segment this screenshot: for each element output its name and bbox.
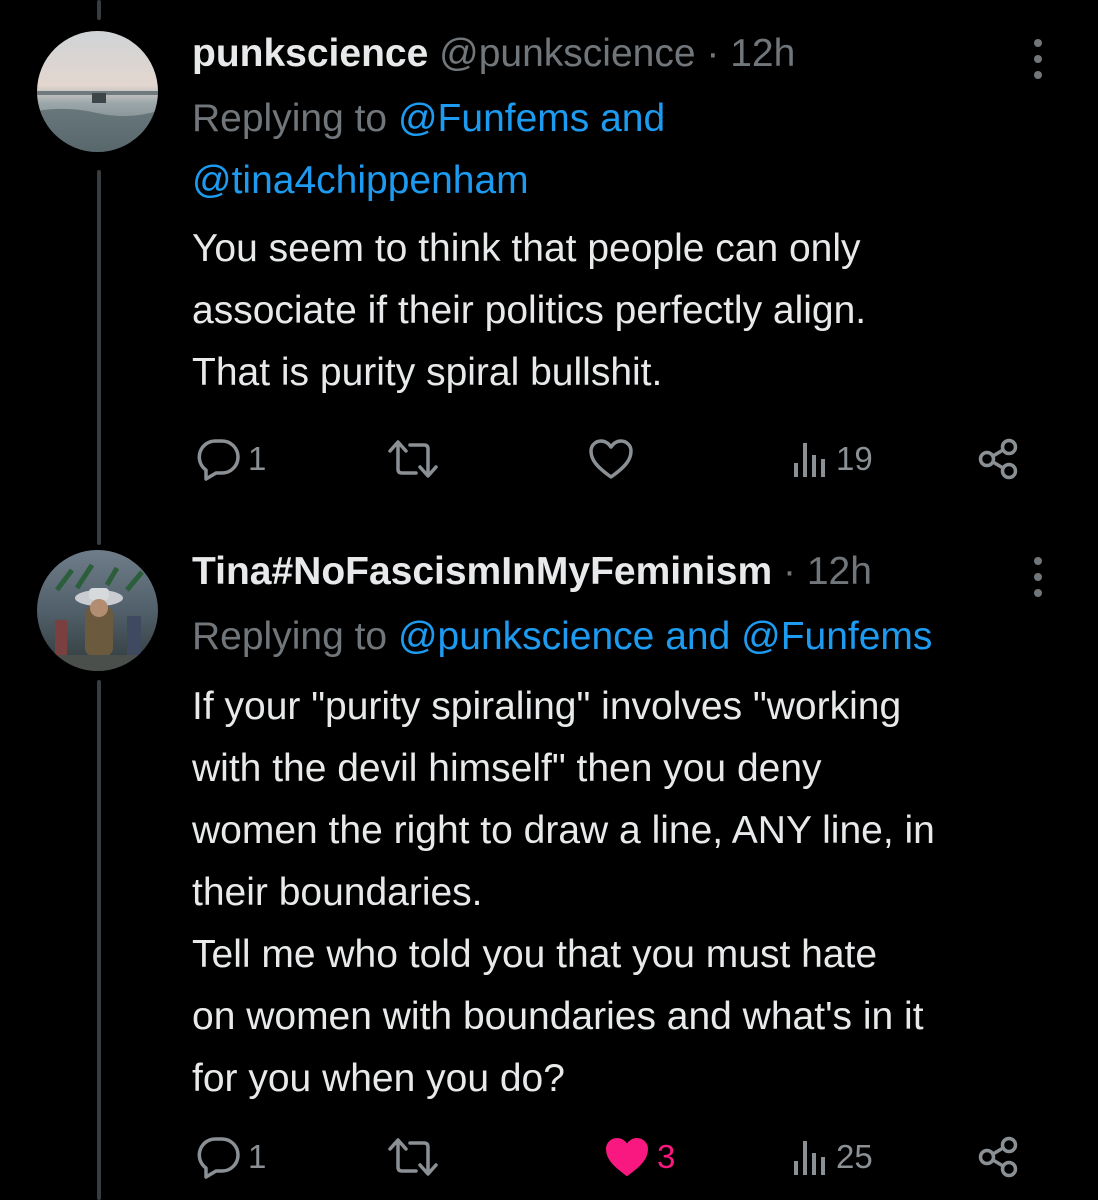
tweet-actions: 1 3 25 — [0, 1132, 1098, 1182]
more-options-icon[interactable] — [1028, 553, 1048, 601]
tweet-punkscience[interactable]: punkscience @punkscience · 12h Replying … — [0, 0, 1098, 520]
retweet-button[interactable] — [386, 1132, 446, 1182]
separator-dot: · — [706, 32, 720, 75]
reply-count: 1 — [248, 440, 267, 477]
reply-icon — [197, 439, 240, 481]
display-name[interactable]: Tina#NoFascismInMyFeminism — [192, 550, 772, 593]
tweet-header: Tina#NoFascismInMyFeminism · 12h — [192, 548, 1008, 596]
avatar-image — [37, 550, 158, 671]
more-options-icon[interactable] — [1028, 35, 1048, 83]
replying-prefix: Replying to — [192, 97, 388, 140]
retweet-icon — [388, 1138, 438, 1176]
display-name[interactable]: punkscience — [192, 32, 428, 75]
heart-filled-icon — [606, 1138, 648, 1176]
tweet-text: If your "purity spiraling" involves "wor… — [192, 685, 935, 1100]
views-button[interactable]: 25 — [790, 1132, 873, 1182]
reply-button[interactable]: 1 — [196, 434, 266, 484]
views-icon — [794, 1141, 825, 1175]
avatar-image — [37, 31, 158, 152]
replying-to: Replying to @Funfems and — [192, 88, 1058, 150]
tweet-actions: 1 19 — [0, 434, 1098, 484]
timestamp[interactable]: 12h — [807, 550, 872, 593]
avatar[interactable] — [37, 31, 158, 152]
share-icon — [978, 1136, 1018, 1178]
retweet-icon — [388, 440, 438, 478]
replying-prefix: Replying to — [192, 615, 388, 658]
user-handle[interactable]: @punkscience — [439, 32, 695, 75]
share-icon — [978, 438, 1018, 480]
reply-icon — [197, 1137, 240, 1179]
tweet-text: You seem to think that people can only a… — [192, 227, 867, 394]
replying-to: Replying to @punkscience and @Funfems — [192, 606, 1058, 668]
views-button[interactable]: 19 — [790, 434, 873, 484]
tweet-header: punkscience @punkscience · 12h — [192, 30, 1008, 78]
tweet-tina[interactable]: Tina#NoFascismInMyFeminism · 12h Replyin… — [0, 520, 1098, 1200]
heart-icon — [589, 439, 633, 479]
separator-dot: · — [782, 550, 796, 593]
timestamp[interactable]: 12h — [730, 32, 795, 75]
reply-count: 1 — [248, 1138, 267, 1175]
reply-mention-tina4chippenham[interactable]: @tina4chippenham — [192, 159, 529, 202]
view-count: 25 — [836, 1138, 873, 1175]
view-count: 19 — [836, 440, 873, 477]
views-icon — [794, 443, 825, 477]
reply-button[interactable]: 1 — [196, 1132, 266, 1182]
retweet-button[interactable] — [386, 434, 446, 484]
replying-to-continued: @tina4chippenham — [192, 150, 1058, 212]
like-button[interactable]: 3 — [603, 1132, 675, 1182]
reply-mention-funfems[interactable]: @Funfems and — [398, 97, 665, 140]
like-button[interactable] — [587, 434, 641, 484]
share-button[interactable] — [975, 1132, 1023, 1182]
reply-mentions[interactable]: @punkscience and @Funfems — [398, 615, 932, 658]
avatar[interactable] — [37, 550, 158, 671]
like-count: 3 — [657, 1138, 676, 1175]
share-button[interactable] — [975, 434, 1023, 484]
